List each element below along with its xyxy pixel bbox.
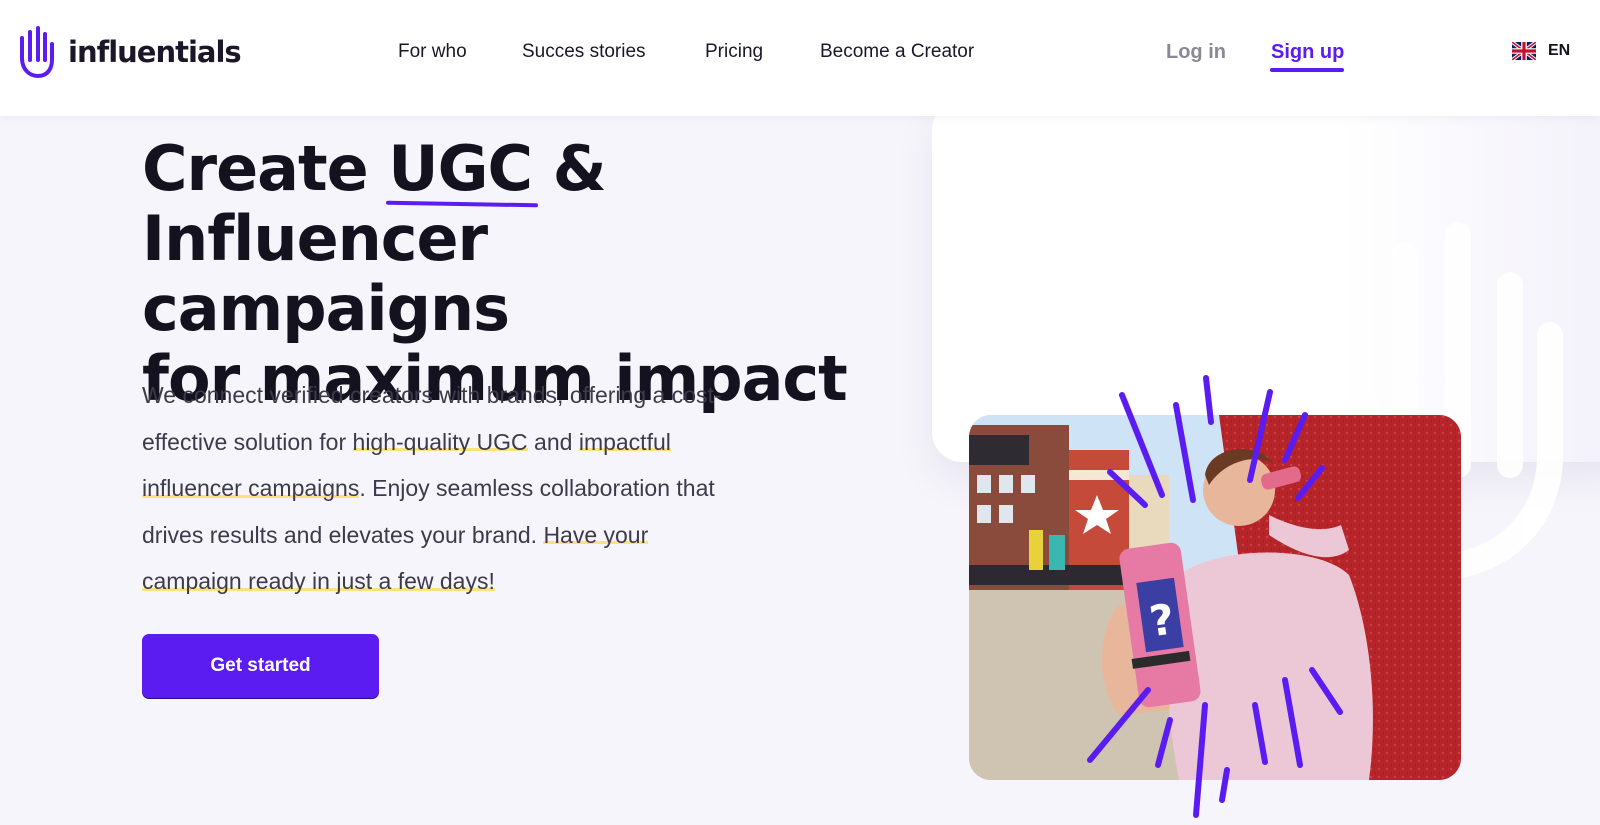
desc-highlight-1: high-quality UGC (352, 428, 528, 455)
headline-part1: Create (142, 132, 389, 205)
nav-success-stories[interactable]: Succes stories (522, 41, 646, 63)
brand-name: influentials (68, 34, 242, 69)
desc-text-2: and (527, 428, 579, 455)
nav-for-who[interactable]: For who (398, 41, 467, 63)
brand-logo[interactable]: influentials (16, 26, 242, 78)
login-link[interactable]: Log in (1166, 41, 1226, 64)
signup-underline (1270, 68, 1344, 72)
language-selector[interactable]: EN (1512, 42, 1570, 60)
headline-line2: Influencer campaigns (142, 202, 510, 345)
nav-become-creator[interactable]: Become a Creator (820, 41, 974, 63)
get-started-button[interactable]: Get started (142, 634, 379, 698)
language-code: EN (1548, 42, 1571, 59)
hand-logo-icon (20, 26, 54, 78)
uk-flag-icon (1512, 42, 1536, 60)
headline-highlight-word: UGC (388, 132, 533, 205)
hero-description: We connect verified creators with brands… (142, 372, 742, 605)
site-header: influentials For who Succes stories Pric… (0, 0, 1600, 116)
creator-photo: ? (969, 415, 1461, 780)
headline-part2: & (532, 132, 607, 205)
signup-link[interactable]: Sign up (1271, 41, 1344, 64)
nav-pricing[interactable]: Pricing (705, 41, 763, 63)
